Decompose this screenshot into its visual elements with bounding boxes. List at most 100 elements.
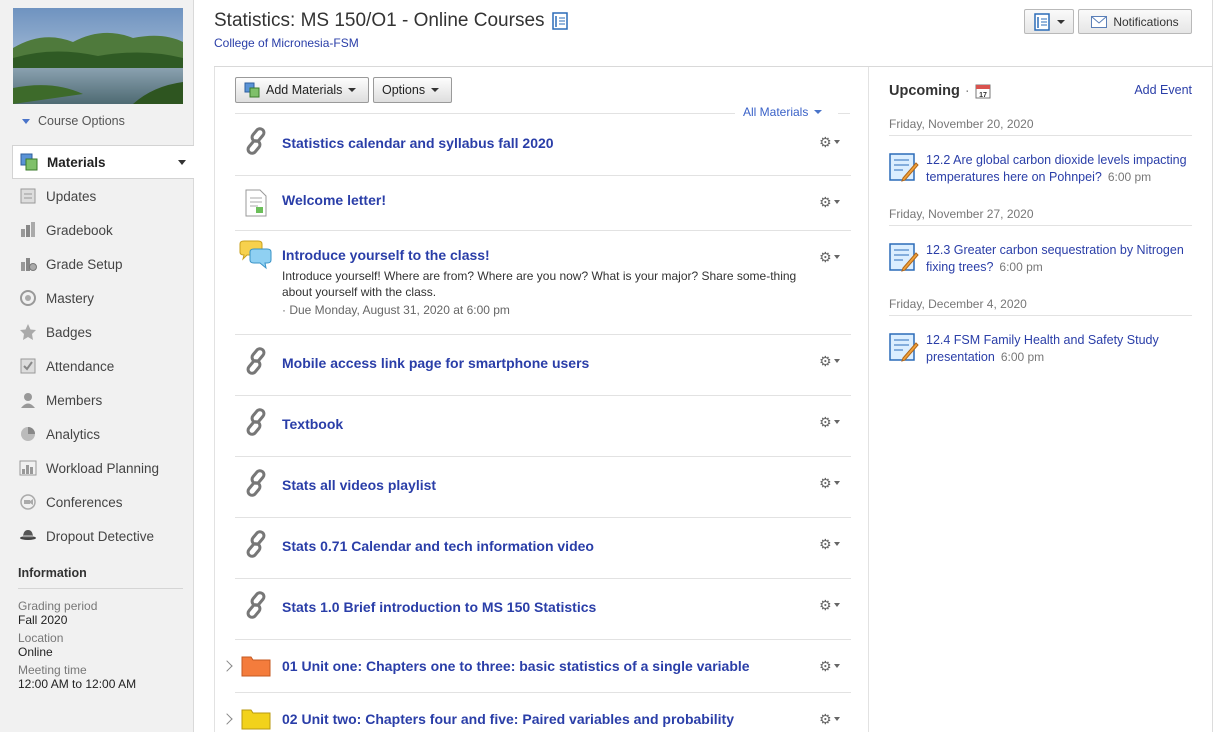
upcoming-date-label: Friday, November 20, 2020	[889, 117, 1034, 131]
dropout-detective-icon	[20, 530, 36, 540]
notifications-button[interactable]: Notifications	[1078, 9, 1192, 34]
date-divider	[889, 135, 1192, 136]
sidebar-item-workload-planning[interactable]: Workload Planning	[12, 451, 194, 485]
analytics-icon	[21, 427, 35, 441]
chevron-down-icon	[833, 200, 840, 204]
item-options-gear[interactable]: ⚙	[819, 414, 843, 430]
item-options-gear[interactable]: ⚙	[819, 133, 843, 150]
options-button[interactable]: Options	[373, 77, 452, 103]
link-icon	[246, 530, 266, 558]
add-materials-button[interactable]: Add Materials	[235, 77, 369, 103]
gear-icon: ⚙	[819, 133, 832, 150]
material-item[interactable]: Welcome letter! ⚙	[235, 176, 851, 231]
sidebar-item-label: Conferences	[46, 494, 123, 510]
folder-title[interactable]: 01 Unit one: Chapters one to three: basi…	[282, 658, 750, 674]
chevron-down-icon	[833, 664, 840, 668]
chevron-down-icon	[833, 255, 840, 259]
item-options-gear[interactable]: ⚙	[819, 711, 843, 727]
item-options-gear[interactable]: ⚙	[819, 353, 843, 369]
material-item[interactable]: Introduce yourself to the class! ⚙ Intro…	[235, 231, 851, 335]
material-title[interactable]: Stats 0.71 Calendar and tech information…	[282, 538, 594, 554]
material-title[interactable]: Stats 1.0 Brief introduction to MS 150 S…	[282, 599, 596, 615]
material-title[interactable]: Welcome letter!	[282, 192, 386, 208]
badges-icon	[20, 324, 36, 340]
sidebar-item-materials[interactable]: Materials	[12, 145, 194, 179]
material-item[interactable]: Statistics calendar and syllabus fall 20…	[235, 114, 851, 176]
notifications-label: Notifications	[1113, 14, 1179, 29]
add-materials-icon	[244, 82, 260, 98]
chevron-down-icon	[348, 88, 357, 92]
link-icon	[246, 591, 266, 619]
folder-icon	[241, 656, 271, 677]
upcoming-event-title[interactable]: 12.3 Greater carbon sequestration by Nit…	[926, 243, 1184, 274]
material-description: Introduce yourself! Where are from? Wher…	[282, 269, 797, 299]
material-title[interactable]: Introduce yourself to the class!	[282, 247, 490, 263]
sidebar-item-label: Dropout Detective	[46, 528, 155, 544]
location-value: Online	[18, 645, 53, 659]
material-due-date: · Due Monday, August 31, 2020 at 6:00 pm	[282, 303, 510, 317]
link-icon	[246, 408, 266, 436]
gear-icon: ⚙	[819, 596, 832, 613]
sidebar-item-mastery[interactable]: Mastery	[12, 281, 194, 315]
sidebar-item-members[interactable]: Members	[12, 383, 194, 417]
material-title[interactable]: Textbook	[282, 416, 343, 432]
material-title[interactable]: Stats all videos playlist	[282, 477, 436, 493]
workload-icon	[19, 460, 37, 476]
material-title[interactable]: Mobile access link page for smartphone u…	[282, 355, 589, 371]
chevron-right-icon[interactable]	[221, 660, 233, 672]
upcoming-date-label: Friday, November 27, 2020	[889, 207, 1034, 221]
gear-icon: ⚙	[819, 657, 832, 674]
updates-icon	[20, 188, 36, 204]
course-view-dropdown[interactable]	[1024, 9, 1074, 34]
sidebar-item-attendance[interactable]: Attendance	[12, 349, 194, 383]
chevron-right-icon[interactable]	[221, 713, 233, 725]
item-options-gear[interactable]: ⚙	[819, 657, 843, 674]
upcoming-date: Friday, November 27, 2020	[889, 207, 1192, 226]
course-nav: Materials Updates Gradebook Grade Setup …	[12, 145, 194, 553]
folder-item[interactable]: 01 Unit one: Chapters one to three: basi…	[221, 640, 851, 693]
add-event-link[interactable]: Add Event	[1134, 83, 1192, 97]
upcoming-event-time: 6:00 pm	[999, 260, 1043, 274]
chevron-down-icon[interactable]	[178, 160, 186, 165]
folder-title[interactable]: 02 Unit two: Chapters four and five: Pai…	[282, 711, 734, 727]
item-options-gear[interactable]: ⚙	[819, 596, 843, 613]
left-sidebar: Course Options Materials Updates Gradebo…	[0, 0, 194, 732]
sidebar-item-analytics[interactable]: Analytics	[12, 417, 194, 451]
sidebar-item-conferences[interactable]: Conferences	[12, 485, 194, 519]
course-options-dropdown[interactable]: Course Options	[22, 114, 125, 128]
page-title: Statistics: MS 150/O1 - Online Courses	[214, 10, 569, 32]
members-icon	[21, 393, 35, 408]
sidebar-item-label: Workload Planning	[46, 460, 160, 476]
sidebar-item-badges[interactable]: Badges	[12, 315, 194, 349]
material-item[interactable]: Stats 1.0 Brief introduction to MS 150 S…	[235, 579, 851, 640]
folder-item[interactable]: 02 Unit two: Chapters four and five: Pai…	[221, 693, 851, 732]
item-options-gear[interactable]: ⚙	[819, 536, 843, 552]
item-options-gear[interactable]: ⚙	[819, 475, 843, 491]
material-title[interactable]: Statistics calendar and syllabus fall 20…	[282, 135, 554, 151]
folder-icon	[241, 709, 271, 730]
sidebar-item-grade-setup[interactable]: Grade Setup	[12, 247, 194, 281]
item-options-gear[interactable]: ⚙	[819, 249, 843, 265]
calendar-day: 17	[979, 92, 987, 99]
course-profile-image[interactable]	[13, 8, 183, 104]
date-divider	[889, 225, 1192, 226]
sidebar-item-label: Updates	[46, 188, 97, 204]
school-link[interactable]: College of Micronesia-FSM	[214, 36, 359, 50]
sidebar-item-updates[interactable]: Updates	[12, 179, 194, 213]
upcoming-date-label: Friday, December 4, 2020	[889, 297, 1027, 311]
date-divider	[889, 315, 1192, 316]
material-item[interactable]: Stats all videos playlist ⚙	[235, 457, 851, 518]
item-options-gear[interactable]: ⚙	[819, 193, 843, 210]
sidebar-item-gradebook[interactable]: Gradebook	[12, 213, 194, 247]
sidebar-item-label: Gradebook	[46, 222, 113, 238]
material-item[interactable]: Textbook ⚙	[235, 396, 851, 457]
material-item[interactable]: Mobile access link page for smartphone u…	[235, 335, 851, 396]
location-label: Location	[18, 631, 64, 645]
course-notebook-icon[interactable]	[551, 12, 569, 30]
calendar-icon[interactable]: 17	[975, 83, 991, 99]
chevron-down-icon	[22, 118, 30, 124]
gear-icon: ⚙	[819, 193, 832, 210]
material-item[interactable]: Stats 0.71 Calendar and tech information…	[235, 518, 851, 579]
sidebar-item-dropout-detective[interactable]: Dropout Detective	[12, 519, 194, 553]
notebook-icon	[1034, 12, 1050, 31]
